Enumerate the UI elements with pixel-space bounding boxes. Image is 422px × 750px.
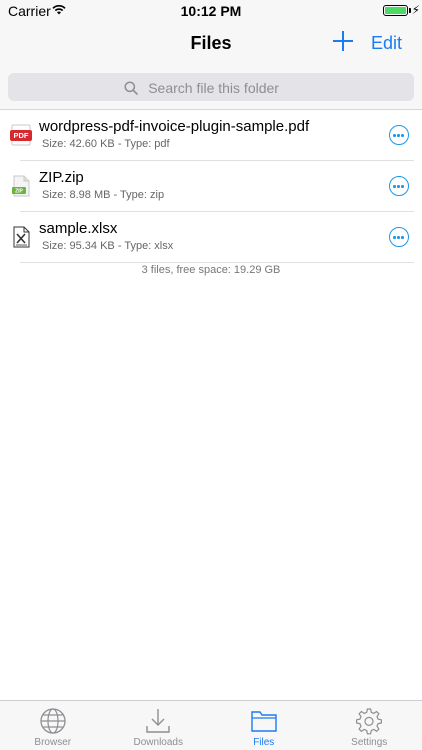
tab-browser[interactable]: Browser	[0, 701, 106, 750]
status-time: 10:12 PM	[180, 3, 242, 19]
storage-summary: 3 files, free space: 19.29 GB	[141, 264, 281, 276]
svg-text:ZIP: ZIP	[15, 189, 23, 195]
folder-icon	[251, 711, 277, 732]
file-row[interactable]: PDF wordpress-pdf-invoice-plugin-sample.…	[0, 110, 422, 161]
files-screen: Carrier 10:12 PM ⚡ Files Edit Search fil…	[0, 0, 422, 750]
tab-label: Browser	[34, 737, 72, 748]
globe-icon	[40, 708, 66, 734]
file-meta: Size: 95.34 KB - Type: xlsx	[42, 240, 174, 252]
file-list: PDF wordpress-pdf-invoice-plugin-sample.…	[0, 110, 422, 263]
search-input[interactable]	[148, 79, 299, 96]
tab-settings[interactable]: Settings	[317, 701, 422, 750]
download-icon	[146, 709, 170, 733]
tab-label: Files	[253, 737, 275, 748]
search-icon	[124, 81, 138, 95]
zip-file-icon: ZIP	[12, 175, 30, 197]
ellipsis-icon	[393, 236, 404, 239]
status-bar: Carrier 10:12 PM ⚡	[0, 0, 422, 22]
battery-icon	[383, 5, 408, 16]
file-meta: Size: 8.98 MB - Type: zip	[42, 189, 165, 201]
search-bar[interactable]	[8, 73, 414, 101]
file-row[interactable]: ZIP ZIP.zip Size: 8.98 MB - Type: zip	[0, 161, 422, 212]
file-name: ZIP.zip	[39, 169, 84, 186]
edit-button[interactable]: Edit	[371, 33, 402, 54]
svg-text:PDF: PDF	[14, 131, 29, 140]
excel-file-icon	[13, 226, 30, 248]
file-row[interactable]: sample.xlsx Size: 95.34 KB - Type: xlsx	[0, 212, 422, 263]
row-divider	[20, 262, 414, 263]
gear-icon	[356, 708, 383, 735]
tab-downloads[interactable]: Downloads	[106, 701, 212, 750]
tab-files[interactable]: Files	[211, 701, 317, 750]
more-options-button[interactable]	[389, 125, 409, 145]
page-title: Files	[190, 33, 232, 53]
navigation-bar: Files Edit	[0, 22, 422, 64]
file-name: wordpress-pdf-invoice-plugin-sample.pdf	[39, 118, 310, 135]
more-options-button[interactable]	[389, 176, 409, 196]
tab-bar: Browser Downloads Files Settings	[0, 700, 422, 750]
tab-label: Settings	[351, 737, 388, 748]
ellipsis-icon	[393, 134, 404, 137]
ellipsis-icon	[393, 185, 404, 188]
add-button[interactable]	[330, 28, 356, 54]
more-options-button[interactable]	[389, 227, 409, 247]
file-meta: Size: 42.60 KB - Type: pdf	[42, 138, 170, 150]
file-name: sample.xlsx	[39, 220, 118, 237]
search-area	[0, 64, 422, 110]
pdf-file-icon: PDF	[10, 124, 32, 146]
charging-icon: ⚡	[411, 3, 420, 17]
tab-label: Downloads	[133, 737, 183, 748]
